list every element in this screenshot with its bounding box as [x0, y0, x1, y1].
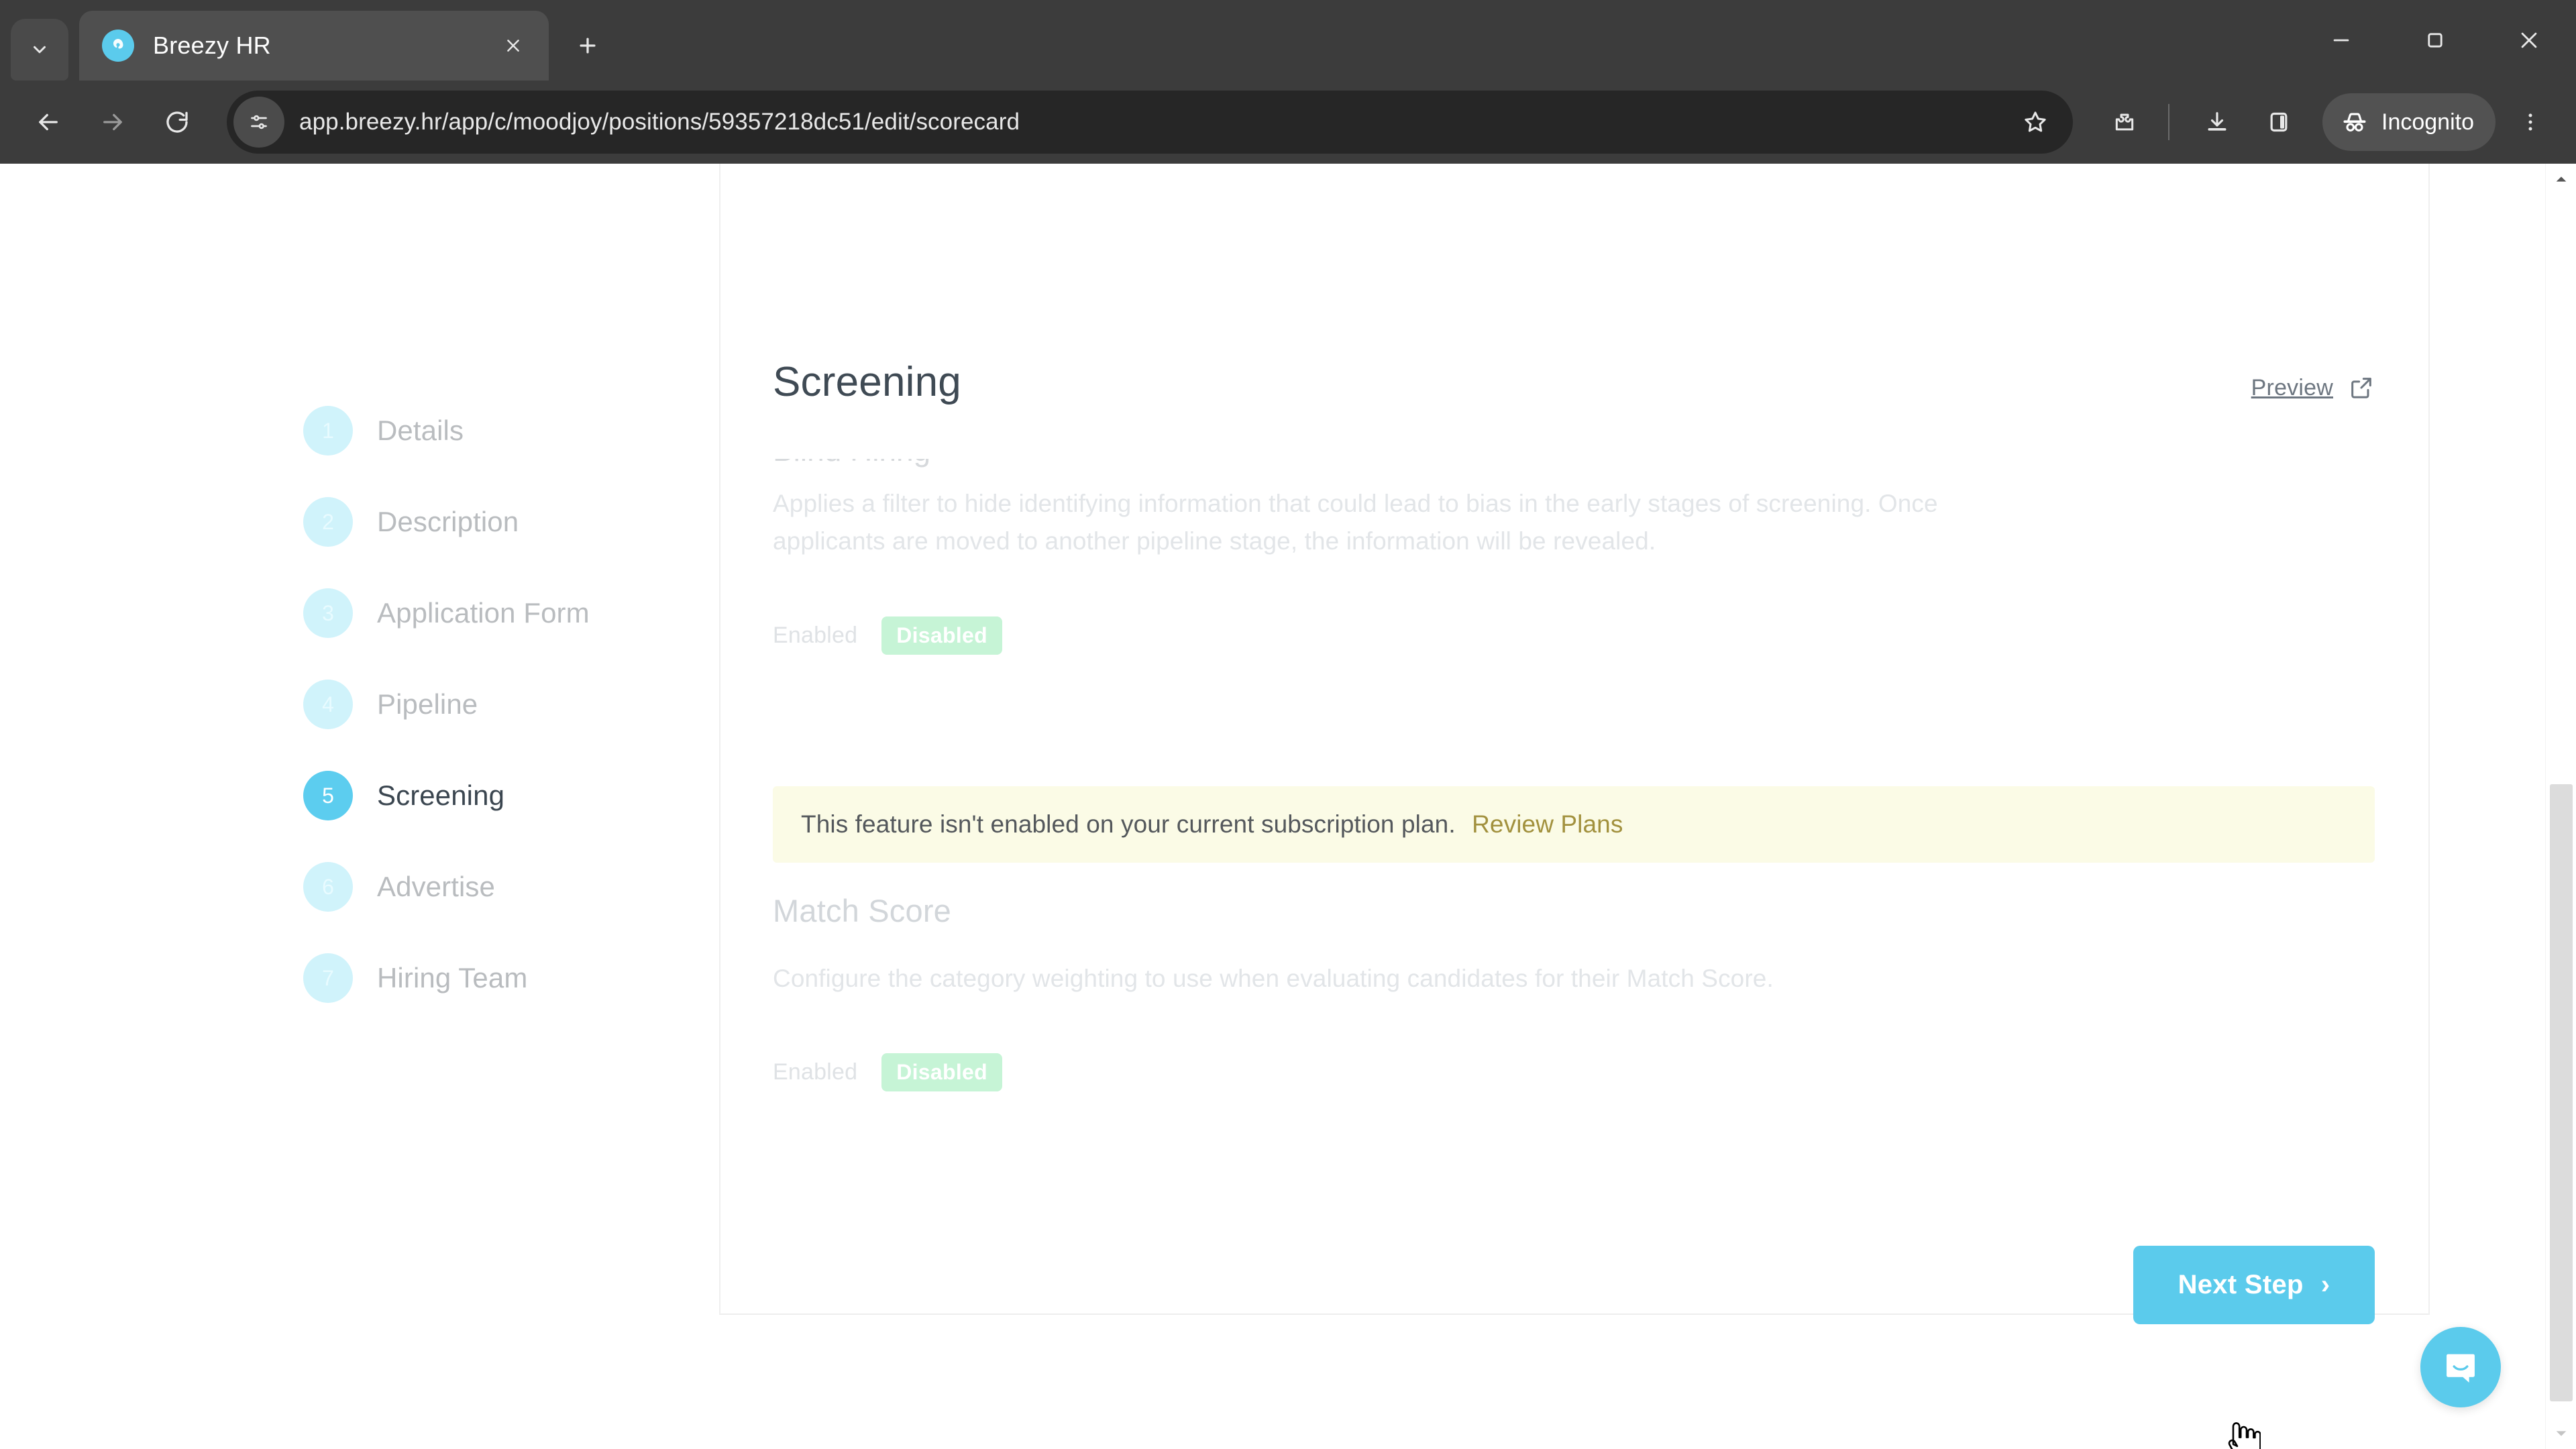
extensions-icon	[2115, 113, 2134, 131]
reload-icon	[166, 111, 188, 133]
tab-title: Breezy HR	[153, 32, 271, 59]
tab-search-button[interactable]	[11, 19, 68, 80]
close-icon[interactable]	[495, 28, 531, 64]
sidebar-item-label: Application Form	[377, 597, 590, 629]
step-number-badge: 4	[303, 680, 353, 729]
page-title: Screening	[773, 359, 961, 405]
maximize-window-button[interactable]	[2388, 0, 2482, 80]
scroll-down-button[interactable]	[2546, 1418, 2576, 1449]
step-number-badge: 6	[303, 862, 353, 912]
side-panel-button[interactable]	[2250, 93, 2308, 151]
plus-icon	[580, 38, 596, 54]
back-button[interactable]	[16, 90, 80, 154]
forward-button[interactable]	[80, 90, 145, 154]
sidebar-item-pipeline[interactable]: 4 Pipeline	[303, 659, 719, 750]
next-step-label: Next Step	[2178, 1269, 2304, 1299]
sidebar-item-label: Screening	[377, 780, 505, 811]
step-number-badge: 5	[303, 771, 353, 820]
maximize-icon	[2428, 33, 2443, 48]
scroll-up-button[interactable]	[2546, 164, 2576, 195]
position-steps-sidebar: 1 Details 2 Description 3 Application Fo…	[115, 164, 719, 1449]
match-score-description: Configure the category weighting to use …	[773, 965, 1774, 993]
incognito-icon	[2343, 113, 2366, 132]
url-text: app.breezy.hr/app/c/moodjoy/positions/59…	[299, 109, 1020, 135]
external-link-icon	[2351, 378, 2371, 398]
sidebar-item-label: Advertise	[377, 871, 495, 902]
blind-hiring-toggle[interactable]: Enabled Disabled	[773, 616, 2375, 655]
next-step-button[interactable]: Next Step ›	[2133, 1245, 2375, 1324]
sidebar-item-label: Description	[377, 506, 519, 537]
sidebar-item-label: Details	[377, 415, 464, 446]
blind-hiring-description: Applies a filter to hide identifying inf…	[773, 490, 1938, 555]
match-score-status-badge: Disabled	[881, 1053, 1002, 1091]
reload-button[interactable]	[145, 90, 209, 154]
bookmark-star-icon[interactable]	[2010, 97, 2061, 148]
incognito-indicator[interactable]: Incognito	[2322, 93, 2496, 151]
site-info-button[interactable]	[233, 97, 284, 148]
side-panel-icon	[2270, 112, 2288, 132]
scroll-down-arrow-icon	[2556, 1431, 2566, 1436]
new-tab-button[interactable]	[564, 21, 612, 70]
step-number-badge: 2	[303, 497, 353, 547]
blind-hiring-heading-clipped: Blind Hiring	[773, 459, 1242, 479]
chevron-down-icon	[34, 46, 46, 54]
close-icon	[2521, 32, 2537, 48]
browser-tab[interactable]: Breezy HR	[79, 11, 549, 80]
window-controls	[2294, 0, 2576, 80]
browser-window: Breezy HR app.breezy.hr/app/c/moodjoy/po…	[0, 0, 2576, 1449]
sidebar-item-details[interactable]: 1 Details	[303, 385, 719, 476]
blind-hiring-section: Blind Hiring Applies a filter to hide id…	[773, 459, 2375, 655]
sidebar-item-hiring-team[interactable]: 7 Hiring Team	[303, 932, 719, 1024]
preview-label: Preview	[2251, 374, 2333, 400]
card-footer: Next Step ›	[773, 1245, 2375, 1398]
intercom-messenger-icon	[2447, 1354, 2475, 1383]
browser-toolbar: app.breezy.hr/app/c/moodjoy/positions/59…	[0, 80, 2576, 164]
extensions-button[interactable]	[2096, 93, 2153, 151]
minimize-window-button[interactable]	[2294, 0, 2388, 80]
close-window-button[interactable]	[2482, 0, 2576, 80]
downloads-button[interactable]	[2188, 93, 2246, 151]
match-score-toggle[interactable]: Enabled Disabled	[773, 1053, 2375, 1091]
scrollbar-thumb[interactable]	[2550, 784, 2573, 1401]
intercom-messenger-button[interactable]	[2420, 1327, 2501, 1407]
plan-notice-message: This feature isn't enabled on your curre…	[801, 810, 1456, 839]
tune-settings-icon	[251, 115, 267, 129]
preview-link[interactable]: Preview	[2251, 374, 2375, 401]
match-score-toggle-label: Enabled	[773, 1059, 858, 1085]
blind-hiring-status-badge: Disabled	[881, 616, 1002, 655]
match-score-heading: Match Score	[773, 893, 952, 929]
match-score-section: Match Score Configure the category weigh…	[773, 892, 2375, 1091]
screening-settings-card: Screening Preview Applies a filter to hi…	[719, 164, 2430, 1324]
sidebar-item-application-form[interactable]: 3 Application Form	[303, 568, 719, 659]
sidebar-item-label: Pipeline	[377, 688, 478, 720]
blind-hiring-toggle-label: Enabled	[773, 623, 858, 649]
arrow-left-icon	[39, 113, 58, 131]
sidebar-item-screening[interactable]: 5 Screening	[303, 750, 719, 841]
chevron-right-icon: ›	[2320, 1269, 2330, 1299]
minimize-icon	[2333, 39, 2349, 42]
chrome-menu-button[interactable]	[2505, 93, 2556, 151]
sidebar-item-label: Hiring Team	[377, 962, 528, 994]
step-number-badge: 7	[303, 953, 353, 1003]
sidebar-item-description[interactable]: 2 Description	[303, 476, 719, 568]
incognito-label: Incognito	[2381, 109, 2474, 135]
tab-strip: Breezy HR	[0, 0, 2576, 80]
card-header: Screening Preview	[773, 164, 2375, 406]
arrow-right-icon	[103, 113, 122, 131]
download-icon	[2208, 112, 2226, 131]
toolbar-divider	[2168, 104, 2169, 140]
page-content: 1 Details 2 Description 3 Application Fo…	[0, 164, 2545, 1449]
page-scrollbar[interactable]	[2545, 164, 2576, 1449]
address-bar[interactable]: app.breezy.hr/app/c/moodjoy/positions/59…	[227, 91, 2073, 154]
page-viewport: 1 Details 2 Description 3 Application Fo…	[0, 164, 2576, 1449]
scroll-up-arrow-icon	[2556, 176, 2566, 182]
more-vertical-icon	[2528, 113, 2532, 131]
sidebar-item-advertise[interactable]: 6 Advertise	[303, 841, 719, 932]
review-plans-link[interactable]: Review Plans	[1472, 810, 1623, 838]
step-number-badge: 3	[303, 588, 353, 638]
breezy-logo-icon	[102, 30, 134, 62]
step-number-badge: 1	[303, 406, 353, 455]
subscription-plan-notice: This feature isn't enabled on your curre…	[773, 786, 2375, 863]
